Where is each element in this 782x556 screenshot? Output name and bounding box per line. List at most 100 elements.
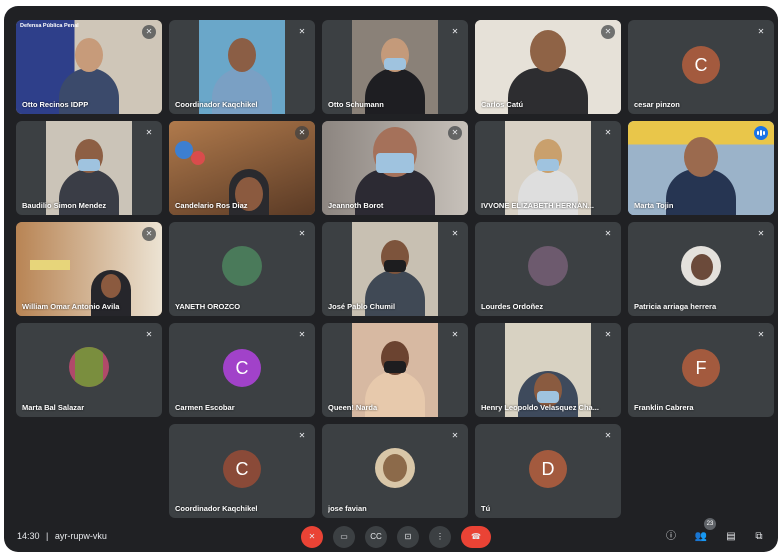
participant-tile[interactable]: C ✕ Carmen Escobar — [169, 323, 315, 417]
participant-name: Carmen Escobar — [175, 403, 235, 412]
participant-tile[interactable]: Defensa Pública Penal ✕ Otto Recinos IDP… — [16, 20, 162, 114]
mic-off-icon: ✕ — [757, 27, 765, 36]
participant-tile[interactable]: ✕ Carlos Catú — [475, 20, 621, 114]
participant-name: Jeannoth Borot — [328, 201, 384, 210]
participant-tile[interactable]: ✕ Queen! Narda — [322, 323, 468, 417]
mic-off-icon: ✕ — [757, 330, 765, 339]
participant-tile[interactable]: ✕ jose favian — [322, 424, 468, 518]
participant-tile[interactable]: D ✕ Tú — [475, 424, 621, 518]
mic-off-icon: ✕ — [451, 431, 459, 440]
participant-tile[interactable]: ✕ José Pablo Chumil — [322, 222, 468, 316]
meeting-code: ayr-rupw-vku — [54, 531, 107, 541]
participant-name: jose favian — [328, 504, 367, 513]
participant-name: Otto Recinos IDPP — [22, 100, 89, 109]
participant-tile[interactable]: ✕ Jeannoth Borot — [322, 121, 468, 215]
avatar: C — [682, 46, 720, 84]
avatar — [69, 347, 109, 387]
participant-name: Queen! Narda — [328, 403, 378, 412]
captions-button[interactable]: CC — [365, 526, 387, 548]
participant-name: William Omar Antonio Avila — [22, 302, 120, 311]
present-icon: ⊡ — [404, 532, 412, 541]
avatar — [222, 246, 262, 286]
leave-call-button[interactable]: ☎ — [461, 526, 491, 548]
present-button[interactable]: ⊡ — [397, 526, 419, 548]
mic-off-icon: ✕ — [451, 330, 459, 339]
mic-off-icon: ✕ — [142, 227, 156, 241]
mic-off-icon: ✕ — [298, 330, 306, 339]
participant-name: IVVONE ELIZABETH HERNÁN... — [481, 201, 594, 210]
participant-name: cesar pinzon — [634, 100, 680, 109]
activities-icon[interactable]: ⧉ — [752, 530, 766, 544]
participant-name: Coordinador Kaqchikel — [175, 504, 258, 513]
participant-name: Lourdes Ordoñez — [481, 302, 544, 311]
captions-icon: CC — [370, 532, 382, 541]
participant-name: Henry Leopoldo Velasquez Cha... — [481, 403, 599, 412]
participant-tile[interactable]: C ✕ cesar pinzon — [628, 20, 774, 114]
mic-off-icon: ✕ — [298, 229, 306, 238]
mic-off-icon: ✕ — [451, 27, 459, 36]
mic-off-icon: ✕ — [757, 229, 765, 238]
info-icon[interactable]: ⓘ — [664, 530, 678, 544]
participant-tile[interactable]: F ✕ Franklin Cabrera — [628, 323, 774, 417]
mic-off-icon: ✕ — [145, 330, 153, 339]
avatar — [528, 246, 568, 286]
mic-off-icon: ✕ — [448, 126, 462, 140]
avatar: C — [223, 349, 261, 387]
participant-name: Tú — [481, 504, 491, 513]
bottom-toolbar: 14:30 | ayr-rupw-vku ✕ ▭ CC ⊡ ⋮ ☎ ⓘ 👥 23… — [4, 518, 778, 552]
mic-off-icon: ✕ — [295, 126, 309, 140]
participant-tile[interactable]: ✕ Marta Bal Salazar — [16, 323, 162, 417]
mic-off-icon: ✕ — [142, 25, 156, 39]
mic-off-icon: ✕ — [451, 229, 459, 238]
more-icon: ⋮ — [436, 532, 444, 541]
participant-tile[interactable]: ✕ William Omar Antonio Avila — [16, 222, 162, 316]
mic-off-icon: ✕ — [604, 330, 612, 339]
avatar — [375, 448, 415, 488]
participant-tile[interactable]: ✕ Henry Leopoldo Velasquez Cha... — [475, 323, 621, 417]
people-count-badge: 23 — [704, 518, 716, 530]
avatar: C — [223, 450, 261, 488]
participant-name: YANETH OROZCO — [175, 302, 241, 311]
participant-tile[interactable]: ✕ Baudilio Simon Mendez — [16, 121, 162, 215]
participant-tile[interactable]: Marta Tojin — [628, 121, 774, 215]
participant-tile[interactable]: C ✕ Coordinador Kaqchikel — [169, 424, 315, 518]
mic-off-icon: ✕ — [604, 229, 612, 238]
mic-off-icon: ✕ — [298, 27, 306, 36]
participant-tile[interactable]: ✕ Candelario Ros Diaz — [169, 121, 315, 215]
participant-name: Coordinador Kaqchikel — [175, 100, 258, 109]
chat-icon[interactable]: ▤ — [724, 530, 738, 544]
participant-name: Franklin Cabrera — [634, 403, 694, 412]
participant-name: Carlos Catú — [481, 100, 524, 109]
participant-name: Marta Tojin — [634, 201, 674, 210]
hangup-icon: ☎ — [471, 532, 481, 541]
mic-off-icon: ✕ — [298, 431, 306, 440]
participant-tile[interactable]: ✕ IVVONE ELIZABETH HERNÁN... — [475, 121, 621, 215]
mic-off-icon: ✕ — [145, 128, 153, 137]
mic-off-icon: ✕ — [308, 532, 316, 541]
people-icon[interactable]: 👥 — [694, 530, 708, 544]
avatar — [681, 246, 721, 286]
clock-time: 14:30 — [17, 531, 40, 541]
meeting-window: Defensa Pública Penal ✕ Otto Recinos IDP… — [4, 6, 778, 552]
participant-name: Marta Bal Salazar — [22, 403, 85, 412]
camera-toggle-button[interactable]: ▭ — [333, 526, 355, 548]
participant-tile[interactable]: ✕ YANETH OROZCO — [169, 222, 315, 316]
participant-name: Baudilio Simon Mendez — [22, 201, 107, 210]
avatar: F — [682, 349, 720, 387]
mic-off-icon: ✕ — [601, 25, 615, 39]
banner-text: Defensa Pública Penal — [20, 23, 79, 29]
participant-name: Patricia arriaga herrera — [634, 302, 717, 311]
participant-name: Otto Schumann — [328, 100, 384, 109]
meeting-info: 14:30 | ayr-rupw-vku — [17, 531, 107, 541]
mic-toggle-button[interactable]: ✕ — [301, 526, 323, 548]
mic-off-icon: ✕ — [604, 431, 612, 440]
participant-tile[interactable]: ✕ Lourdes Ordoñez — [475, 222, 621, 316]
speaking-indicator-icon — [754, 126, 768, 140]
participant-tile[interactable]: ✕ Patricia arriaga herrera — [628, 222, 774, 316]
participant-tile[interactable]: ✕ Coordinador Kaqchikel — [169, 20, 315, 114]
more-options-button[interactable]: ⋮ — [429, 526, 451, 548]
avatar: D — [529, 450, 567, 488]
participant-name: Candelario Ros Diaz — [175, 201, 248, 210]
separator: | — [46, 531, 49, 541]
participant-tile[interactable]: ✕ Otto Schumann — [322, 20, 468, 114]
